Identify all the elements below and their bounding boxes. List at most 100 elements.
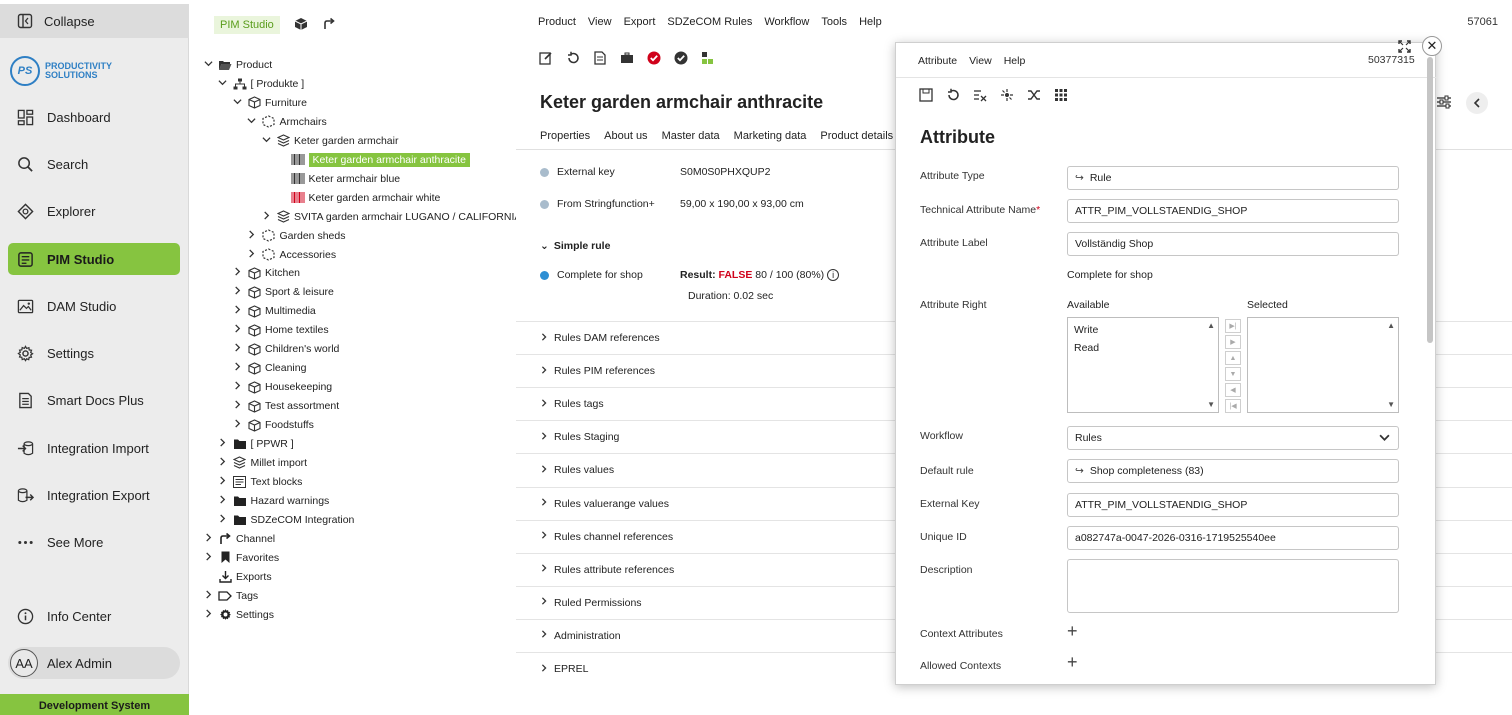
check-dark-icon[interactable] (673, 50, 688, 65)
scroll-down-icon[interactable]: ▼ (1387, 400, 1395, 409)
dialog-menu-view[interactable]: View (969, 55, 992, 67)
expand-nodes-icon[interactable] (999, 87, 1014, 102)
menu-workflow[interactable]: Workflow (764, 16, 809, 28)
description-textarea[interactable] (1067, 559, 1399, 613)
tree-item[interactable]: Keter garden armchair white (275, 189, 440, 207)
chevron-down-icon[interactable] (217, 78, 229, 90)
workflow-select[interactable]: Rules (1067, 426, 1399, 450)
user-menu[interactable]: AA Alex Admin (8, 647, 180, 679)
tab-marketing-data[interactable]: Marketing data (734, 130, 807, 142)
sidebar-item-smart-docs-plus[interactable]: Smart Docs Plus (8, 384, 180, 416)
chevron-down-icon[interactable] (260, 135, 272, 147)
chevron-down-icon[interactable] (246, 116, 258, 128)
sidebar-item-dam-studio[interactable]: DAM Studio (8, 290, 180, 322)
tab-about-us[interactable]: About us (604, 130, 647, 142)
chevron-right-icon[interactable] (217, 457, 229, 469)
chevron-down-icon[interactable] (231, 97, 243, 109)
list-item[interactable]: Read (1068, 339, 1218, 357)
sidebar-item-settings[interactable]: Settings (8, 337, 180, 369)
attr-label-input[interactable]: Vollständig Shop (1067, 232, 1399, 256)
selected-list[interactable]: ▲ ▼ (1247, 317, 1399, 413)
expand-icon[interactable] (1396, 38, 1412, 54)
chevron-right-icon[interactable] (231, 305, 243, 317)
tree-item[interactable]: Armchairs (246, 113, 327, 131)
chevron-right-icon[interactable] (231, 324, 243, 336)
chevron-right-icon[interactable] (231, 286, 243, 298)
save-icon[interactable] (918, 87, 933, 102)
add-context-attribute-button[interactable]: + (1067, 622, 1078, 640)
filter-settings-icon[interactable] (1436, 94, 1452, 113)
chevron-right-icon[interactable] (217, 514, 229, 526)
tree-item[interactable]: SDZeCOM Integration (217, 511, 354, 529)
sidebar-item-dashboard[interactable]: Dashboard (8, 101, 180, 133)
dialog-scrollbar[interactable] (1427, 57, 1433, 343)
close-icon[interactable]: ✕ (1422, 36, 1442, 56)
menu-view[interactable]: View (588, 16, 612, 28)
add-allowed-context-button[interactable]: + (1067, 653, 1078, 671)
menu-tools[interactable]: Tools (821, 16, 847, 28)
external-key-input[interactable]: ATTR_PIM_VOLLSTAENDIG_SHOP (1067, 493, 1399, 517)
chevron-down-icon[interactable] (202, 59, 214, 71)
tab-product-details[interactable]: Product details (820, 130, 893, 142)
chevron-right-icon[interactable] (231, 419, 243, 431)
chevron-right-icon[interactable] (231, 400, 243, 412)
simple-rule-toggle[interactable]: ⌄ Simple rule (540, 240, 610, 252)
chevron-right-icon[interactable] (246, 248, 258, 261)
tree-item[interactable]: Foodstuffs (231, 416, 314, 434)
tree-item[interactable]: Keter garden armchair anthracite (275, 151, 470, 169)
sidebar-item-see-more[interactable]: See More (8, 526, 180, 558)
attribute-type-field[interactable]: ↪ Rule (1067, 166, 1399, 190)
briefcase-icon[interactable] (619, 50, 634, 65)
chevron-right-icon[interactable] (217, 438, 229, 450)
unique-id-input[interactable]: a082747a-0047-2026-0316-1719525540ee (1067, 526, 1399, 550)
scroll-up-icon[interactable]: ▲ (1207, 321, 1215, 330)
tree-item[interactable]: Accessories (246, 246, 336, 264)
sidebar-item-search[interactable]: Search (8, 148, 180, 180)
move-down-button[interactable]: ▼ (1225, 367, 1241, 381)
tree-item[interactable]: Sport & leisure (231, 283, 334, 301)
chevron-right-icon[interactable] (260, 211, 272, 223)
scroll-up-icon[interactable]: ▲ (1387, 321, 1395, 330)
chevron-right-icon[interactable] (231, 362, 243, 374)
tab-properties[interactable]: Properties (540, 130, 590, 142)
collapse-button[interactable]: Collapse (0, 4, 189, 38)
tree-item[interactable]: Multimedia (231, 302, 316, 320)
menu-export[interactable]: Export (624, 16, 656, 28)
move-up-button[interactable]: ▲ (1225, 351, 1241, 365)
shuffle-icon[interactable] (1026, 87, 1041, 102)
chevron-right-icon[interactable] (202, 552, 214, 564)
tree-item[interactable]: Home textiles (231, 321, 329, 339)
workflow-icon[interactable] (700, 50, 715, 65)
tree-item[interactable]: Millet import (217, 454, 307, 472)
chevron-left-icon[interactable] (1466, 92, 1488, 114)
chevron-right-icon[interactable] (202, 590, 214, 602)
chevron-right-icon[interactable] (202, 533, 214, 545)
dialog-menu-attribute[interactable]: Attribute (918, 55, 957, 67)
grid-icon[interactable] (1053, 87, 1068, 102)
tree-item[interactable]: [ Produkte ] (217, 75, 304, 93)
tree-item[interactable]: Exports (202, 568, 272, 586)
menu-help[interactable]: Help (859, 16, 882, 28)
menu-sdzecom-rules[interactable]: SDZeCOM Rules (667, 16, 752, 28)
tech-name-input[interactable]: ATTR_PIM_VOLLSTAENDIG_SHOP (1067, 199, 1399, 223)
tree-item[interactable]: Favorites (202, 549, 279, 567)
tree-item[interactable]: Product (202, 56, 272, 74)
cube-icon[interactable] (294, 17, 308, 34)
sidebar-item-integration-import[interactable]: Integration Import (8, 432, 180, 464)
refresh-icon[interactable] (945, 87, 960, 102)
tree-item[interactable]: Cleaning (231, 359, 306, 377)
tree-item[interactable]: Housekeeping (231, 378, 332, 396)
clear-list-icon[interactable] (972, 87, 987, 102)
tree-item[interactable]: Test assortment (231, 397, 339, 415)
move-left-button[interactable]: ◀ (1225, 383, 1241, 397)
sidebar-item-explorer[interactable]: Explorer (8, 195, 180, 227)
sidebar-item-pim-studio[interactable]: PIM Studio (8, 243, 180, 275)
sidebar-item-integration-export[interactable]: Integration Export (8, 479, 180, 511)
tree-item[interactable]: Furniture (231, 94, 307, 112)
tree-item[interactable]: Text blocks (217, 473, 302, 491)
list-item[interactable]: Write (1068, 321, 1218, 339)
sidebar-item-info-center[interactable]: Info Center (8, 600, 180, 632)
tree-item[interactable]: Keter armchair blue (275, 170, 400, 188)
available-list[interactable]: Write Read ▲ ▼ (1067, 317, 1219, 413)
tree-item[interactable]: Garden sheds (246, 227, 345, 245)
